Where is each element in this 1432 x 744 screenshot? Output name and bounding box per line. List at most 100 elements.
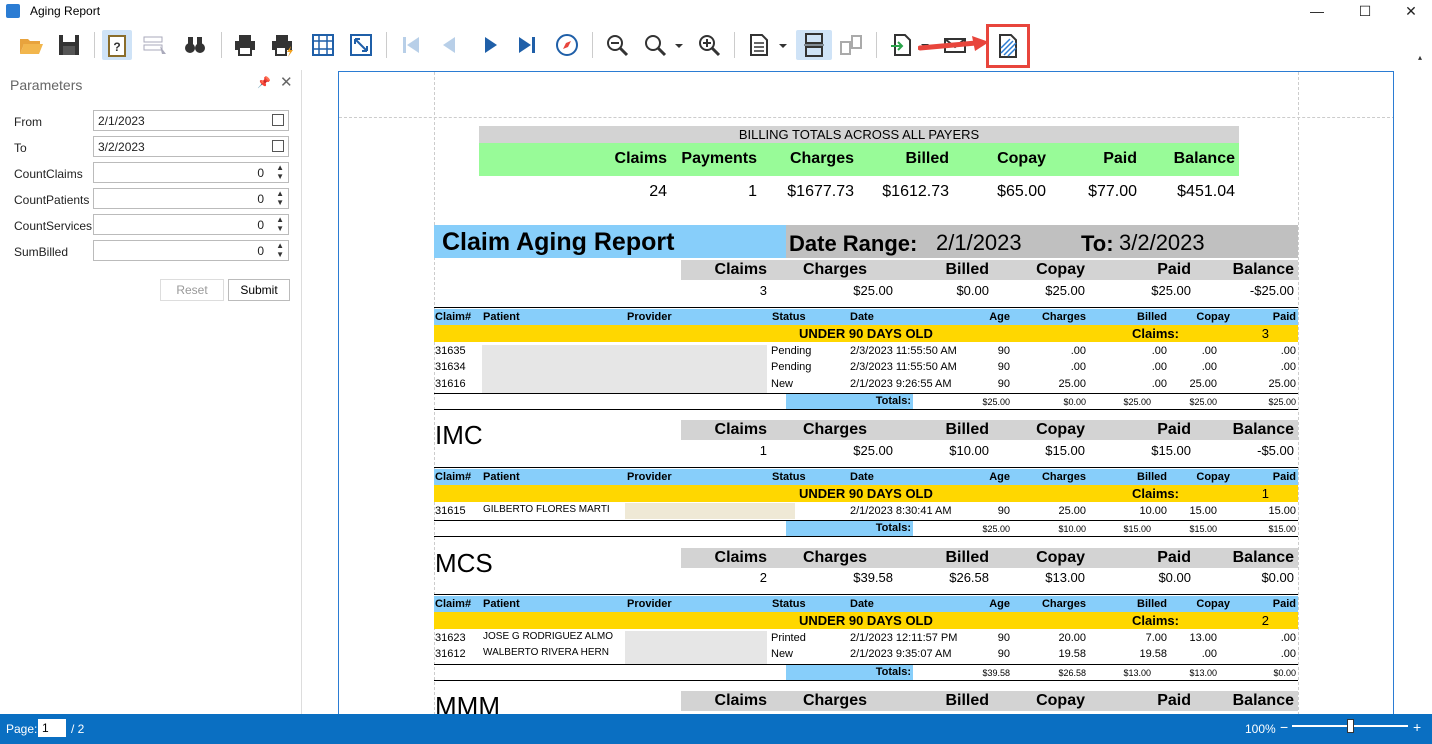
countservices-field[interactable]: 0 ▲ ▼	[93, 214, 289, 235]
side-by-side-icon[interactable]	[836, 30, 866, 60]
row-paid: .00	[1280, 345, 1296, 357]
toolbar: ? ▴	[0, 22, 1432, 70]
print-icon[interactable]	[230, 30, 260, 60]
row-patient: JOSE G RODRIGUEZ ALMO	[483, 631, 614, 642]
summary-header-balance: Balance	[1232, 421, 1294, 438]
detail-header-copay: Copay	[1196, 598, 1230, 610]
row-age: 90	[997, 378, 1010, 390]
pin-icon[interactable]: 📌	[257, 76, 271, 89]
countclaims-field[interactable]: 0 ▲ ▼	[93, 162, 289, 183]
minimize-button[interactable]: —	[1294, 0, 1340, 22]
summary-header-charges: Charges	[802, 549, 867, 566]
totals-copay: $15.00	[1123, 524, 1151, 534]
next-page-icon[interactable]	[476, 30, 506, 60]
to-date-field[interactable]: 3/2/2023	[93, 136, 289, 157]
svg-text:?: ?	[113, 40, 120, 54]
row-age: 90	[997, 648, 1010, 660]
from-label: From	[14, 115, 42, 129]
spinner-icon[interactable]: ▲ ▼	[276, 215, 284, 233]
last-page-icon[interactable]	[512, 30, 542, 60]
zoom-minus-button[interactable]: −	[1280, 719, 1288, 735]
totals-billed: $10.00	[1058, 524, 1086, 534]
maximize-button[interactable]: ☐	[1342, 0, 1388, 22]
row-date: 2/1/2023 12:11:57 PM	[850, 632, 958, 644]
navigate-icon[interactable]	[552, 30, 582, 60]
export-icon[interactable]	[886, 30, 916, 60]
report-preview[interactable]: BILLING TOTALS ACROSS ALL PAYERS Claims …	[303, 70, 1432, 714]
row-paid: 15.00	[1268, 505, 1296, 517]
summary-header-claims: Claims	[714, 421, 767, 438]
detail-header-status: Status	[772, 311, 806, 323]
billing-value-paid: $77.00	[1088, 183, 1137, 200]
calendar-icon[interactable]	[272, 114, 284, 126]
reset-button[interactable]: Reset	[160, 279, 224, 301]
calendar-icon[interactable]	[272, 140, 284, 152]
select-tool-icon[interactable]	[140, 30, 170, 60]
summary-copay: $25.00	[1045, 283, 1085, 298]
countpatients-label: CountPatients	[14, 193, 90, 207]
detail-header-provider: Provider	[627, 598, 672, 610]
detail-header-date: Date	[850, 598, 874, 610]
summary-charges: $25.00	[853, 283, 893, 298]
row-date: 2/1/2023 9:26:55 AM	[850, 378, 952, 390]
find-icon[interactable]	[180, 30, 210, 60]
from-row: From 2/1/2023	[14, 110, 294, 132]
first-page-icon[interactable]	[396, 30, 426, 60]
continuous-scroll-icon[interactable]	[796, 30, 832, 60]
multiple-pages-dropdown-icon[interactable]	[776, 30, 790, 60]
zoom-in-icon[interactable]	[694, 30, 724, 60]
countpatients-field[interactable]: 0 ▲ ▼	[93, 188, 289, 209]
age-band-label: UNDER 90 DAYS OLD	[799, 486, 933, 501]
row-status: Pending	[771, 345, 812, 357]
watermark-icon[interactable]	[986, 24, 1030, 68]
row-charges: 20.00	[1058, 632, 1086, 644]
zoom-dropdown-icon[interactable]	[672, 30, 686, 60]
page-setup-icon[interactable]	[308, 30, 338, 60]
redacted-provider-block	[625, 631, 767, 664]
toolbar-overflow-icon[interactable]: ▴	[1418, 53, 1422, 62]
save-icon[interactable]	[54, 30, 84, 60]
row-date: 2/1/2023 9:35:07 AM	[850, 648, 952, 660]
summary-header-charges: Charges	[802, 421, 867, 438]
row-copay: .00	[1201, 648, 1217, 660]
summary-balance: -$25.00	[1249, 283, 1294, 298]
summary-header-paid: Paid	[1157, 261, 1191, 278]
margin-guide-top	[339, 117, 1393, 118]
summary-header-charges: Charges	[802, 261, 867, 278]
spinner-icon[interactable]: ▲ ▼	[276, 241, 284, 259]
zoom-icon[interactable]	[640, 30, 670, 60]
summary-header-balance: Balance	[1232, 261, 1294, 278]
age-band-label: UNDER 90 DAYS OLD	[799, 613, 933, 628]
scale-icon[interactable]	[346, 30, 376, 60]
row-copay: 15.00	[1189, 505, 1217, 517]
detail-header-provider: Provider	[627, 471, 672, 483]
report-page: BILLING TOTALS ACROSS ALL PAYERS Claims …	[338, 71, 1394, 714]
quick-print-icon[interactable]	[268, 30, 298, 60]
previous-page-icon[interactable]	[434, 30, 464, 60]
row-status: Printed	[771, 632, 806, 644]
countservices-label: CountServices	[14, 219, 93, 233]
totals-copay: $13.00	[1123, 668, 1151, 678]
page-number-input[interactable]: 1	[38, 719, 66, 737]
row-patient: WALBERTO RIVERA HERN	[483, 647, 609, 658]
annotation-arrow	[918, 36, 989, 51]
multiple-pages-icon[interactable]	[744, 30, 774, 60]
open-folder-icon[interactable]	[16, 30, 46, 60]
spinner-icon[interactable]: ▲ ▼	[276, 189, 284, 207]
spinner-icon[interactable]: ▲ ▼	[276, 163, 284, 181]
title-bar: Aging Report — ☐ ✕	[0, 0, 1432, 22]
zoom-out-icon[interactable]	[602, 30, 632, 60]
close-button[interactable]: ✕	[1388, 0, 1432, 22]
submit-button[interactable]: Submit	[228, 279, 290, 301]
parameters-icon[interactable]: ?	[102, 30, 132, 60]
sumbilled-label: SumBilled	[14, 245, 69, 259]
zoom-slider-thumb[interactable]	[1347, 719, 1354, 733]
panel-close-icon[interactable]: ✕	[280, 73, 293, 91]
summary-header-paid: Paid	[1157, 692, 1191, 709]
from-date-field[interactable]: 2/1/2023	[93, 110, 289, 131]
redacted-patient-block	[482, 345, 767, 393]
countclaims-label: CountClaims	[14, 167, 83, 181]
summary-billed: $10.00	[949, 443, 989, 458]
sumbilled-field[interactable]: 0 ▲ ▼	[93, 240, 289, 261]
zoom-plus-button[interactable]: +	[1413, 719, 1421, 735]
